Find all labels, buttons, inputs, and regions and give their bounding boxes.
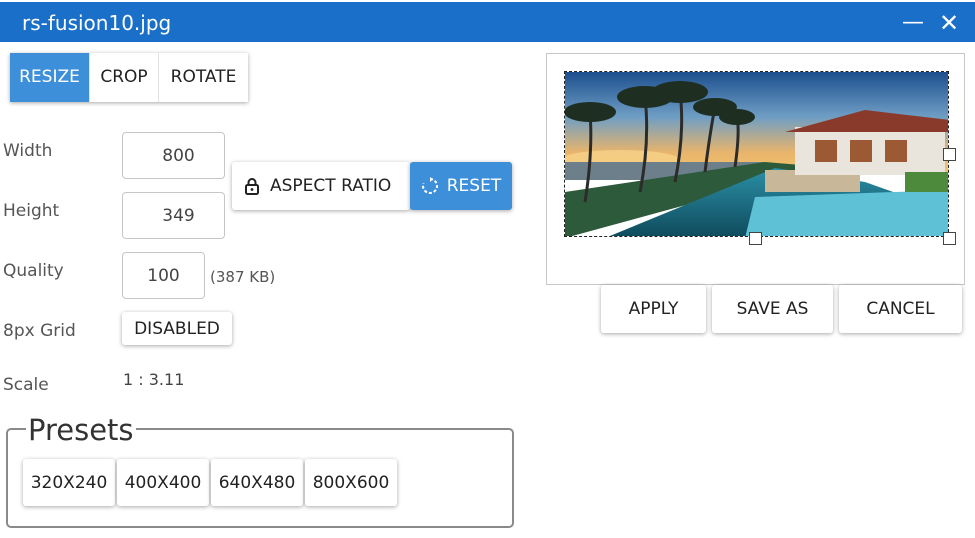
width-label: Width — [3, 141, 53, 161]
aspect-ratio-label: ASPECT RATIO — [270, 176, 392, 196]
reset-icon — [421, 177, 438, 194]
reset-button[interactable]: RESET — [410, 162, 512, 210]
preset-800x600-button[interactable]: 800X600 — [305, 459, 397, 506]
resort-pool-photo — [565, 72, 948, 236]
width-input[interactable]: 800 — [122, 132, 225, 179]
title-bar: rs-fusion10.jpg — ✕ — [0, 0, 975, 42]
presets-title: Presets — [26, 413, 136, 447]
tab-rotate[interactable]: ROTATE — [159, 53, 248, 102]
apply-button[interactable]: APPLY — [601, 285, 706, 333]
crop-handle-bottom[interactable] — [749, 232, 762, 245]
quality-input[interactable]: 100 — [122, 252, 205, 299]
scale-value: 1 : 3.11 — [123, 370, 185, 389]
preset-640x480-button[interactable]: 640X480 — [211, 459, 303, 506]
crop-handle-right[interactable] — [943, 148, 956, 161]
cancel-button[interactable]: CANCEL — [839, 285, 962, 333]
crop-handle-bottom-right[interactable] — [943, 232, 956, 245]
close-icon[interactable]: ✕ — [934, 6, 964, 40]
preset-400x400-button[interactable]: 400X400 — [117, 459, 209, 506]
quality-label: Quality — [3, 261, 64, 281]
tab-resize[interactable]: RESIZE — [10, 53, 90, 102]
grid-toggle-button[interactable]: DISABLED — [122, 312, 232, 345]
mode-tabs: RESIZE CROP ROTATE — [10, 53, 248, 102]
window-title: rs-fusion10.jpg — [22, 11, 172, 35]
preview-image[interactable] — [564, 71, 949, 237]
grid-label: 8px Grid — [3, 321, 76, 341]
minimize-icon[interactable]: — — [898, 6, 928, 40]
aspect-ratio-button[interactable]: ASPECT RATIO — [232, 162, 410, 210]
image-preview — [546, 53, 965, 285]
tab-crop[interactable]: CROP — [90, 53, 159, 102]
preset-320x240-button[interactable]: 320X240 — [23, 459, 115, 506]
height-label: Height — [3, 201, 60, 221]
save-as-button[interactable]: SAVE AS — [712, 285, 833, 333]
reset-label: RESET — [446, 176, 502, 196]
height-input[interactable]: 349 — [122, 192, 225, 239]
lock-icon — [245, 178, 259, 195]
file-size-note: (387 KB) — [210, 268, 276, 286]
scale-label: Scale — [3, 375, 49, 395]
